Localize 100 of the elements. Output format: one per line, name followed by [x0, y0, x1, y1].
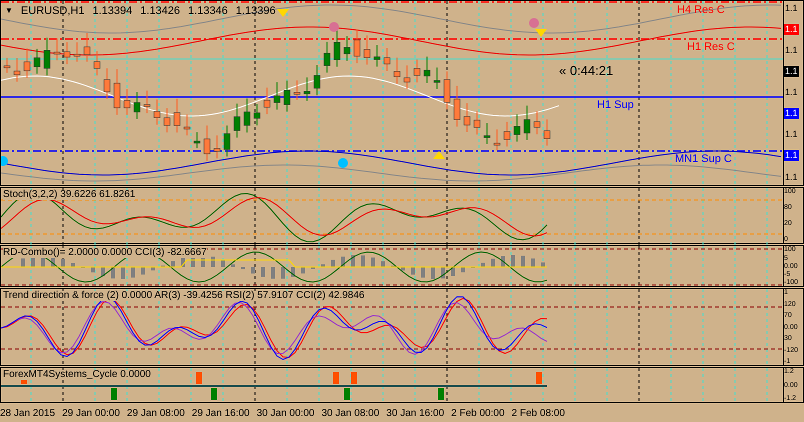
arrow-marker-icon — [433, 151, 445, 159]
histogram-bar — [121, 267, 125, 280]
histogram-bar — [521, 256, 525, 268]
candlestick — [374, 44, 380, 68]
candlestick — [84, 32, 90, 62]
time-axis-label: 29 Jan 16:00 — [192, 406, 250, 421]
histogram-bar — [291, 267, 295, 278]
dot-marker — [329, 22, 339, 32]
up-signal-bar — [351, 372, 357, 384]
histogram-bar — [361, 256, 365, 268]
candlestick — [304, 76, 310, 102]
histogram-bar — [451, 267, 455, 276]
time-axis-label: 28 Jan 2015 — [0, 406, 56, 421]
time-axis-label: 30 Jan 00:00 — [256, 406, 314, 421]
price-axis-label: 1.1 — [784, 45, 799, 56]
candlestick — [4, 57, 10, 74]
histogram-bar — [221, 260, 225, 268]
candlestick — [384, 47, 390, 72]
time-axis-label: 30 Jan 08:00 — [321, 406, 380, 421]
histogram-bar — [481, 263, 485, 268]
symbol-label: EURUSD,H1 — [20, 4, 84, 19]
candlestick — [414, 58, 420, 83]
dot-marker — [529, 18, 539, 28]
histogram-bar — [541, 262, 545, 268]
histogram-bar — [101, 267, 105, 276]
candlestick — [164, 108, 170, 133]
histogram-bar — [491, 259, 495, 268]
countdown-timer: « 0:44:21 — [559, 62, 614, 80]
histogram-bar — [421, 267, 425, 278]
histogram-bar — [61, 259, 65, 268]
candlestick — [174, 98, 180, 134]
candlestick — [404, 64, 410, 90]
histogram-bar — [331, 260, 335, 268]
candlestick — [34, 48, 40, 74]
level-label: MN1 Sup C — [675, 154, 732, 165]
candlestick — [184, 114, 190, 136]
price-value: 1.13396 — [236, 4, 276, 19]
histogram-bar — [441, 267, 445, 279]
price-value: 1.13394 — [92, 4, 132, 19]
candlestick — [254, 104, 260, 126]
price-axis-label: 1.1 — [784, 150, 799, 162]
histogram-bar — [531, 258, 535, 268]
candlestick — [394, 57, 400, 84]
candlestick — [264, 87, 270, 115]
candlestick — [104, 68, 110, 100]
collapse-caret-icon[interactable]: ▼ — [5, 5, 13, 18]
candlestick — [274, 82, 280, 110]
candlestick — [534, 110, 540, 135]
histogram-bar — [311, 267, 315, 270]
candlestick — [444, 70, 450, 110]
candlestick — [454, 85, 460, 128]
candlestick — [194, 132, 200, 149]
time-axis-label: 29 Jan 08:00 — [126, 406, 185, 421]
histogram-bar — [251, 267, 255, 274]
time-axis-label: 2 Feb 08:00 — [512, 406, 565, 421]
down-signal-bar — [111, 388, 117, 400]
histogram-bar — [431, 267, 435, 280]
candlestick — [44, 37, 50, 76]
histogram-bar — [231, 264, 235, 268]
histogram-bar — [181, 258, 185, 268]
histogram-bar — [21, 258, 25, 268]
histogram-bar — [511, 255, 515, 268]
candlestick — [54, 38, 60, 61]
histogram-bar — [141, 267, 145, 275]
candlestick — [124, 88, 130, 116]
histogram-bar — [281, 267, 285, 280]
histogram-bar — [501, 256, 505, 268]
candlestick — [24, 48, 30, 78]
price-axis-label: 1.1 — [784, 129, 799, 140]
candlestick — [544, 118, 550, 146]
up-signal-bar — [196, 372, 202, 384]
histogram-bar — [371, 258, 375, 268]
down-signal-bar — [438, 388, 444, 400]
candlestick — [14, 58, 20, 82]
price-axis-label: 1.1 — [784, 87, 799, 98]
histogram-bar — [351, 256, 355, 268]
level-label: H1 Res C — [687, 42, 735, 53]
candlestick — [294, 80, 300, 100]
candlestick — [484, 122, 490, 144]
candlestick — [334, 28, 340, 68]
histogram-bar — [131, 267, 135, 278]
candlestick — [204, 124, 210, 162]
histogram-bar — [321, 264, 325, 268]
indicator-label: ForexMT4Systems_Cycle 0.0000 — [3, 370, 151, 380]
candlestick — [214, 134, 220, 159]
dot-marker — [338, 158, 348, 168]
time-axis-label: 2 Feb 00:00 — [451, 406, 505, 421]
price-axis-label: 1.1 — [784, 3, 799, 14]
candlestick — [344, 36, 350, 62]
histogram-bar — [411, 267, 415, 276]
price-value: 1.13346 — [188, 4, 228, 19]
histogram-bar — [341, 257, 345, 268]
down-signal-bar — [344, 388, 350, 400]
histogram-bar — [271, 267, 275, 280]
histogram-bar — [301, 267, 305, 274]
candlestick — [284, 80, 290, 112]
candlestick — [234, 103, 240, 138]
candlestick — [354, 28, 360, 64]
histogram-bar — [401, 267, 405, 271]
arrow-marker-icon — [277, 9, 289, 17]
